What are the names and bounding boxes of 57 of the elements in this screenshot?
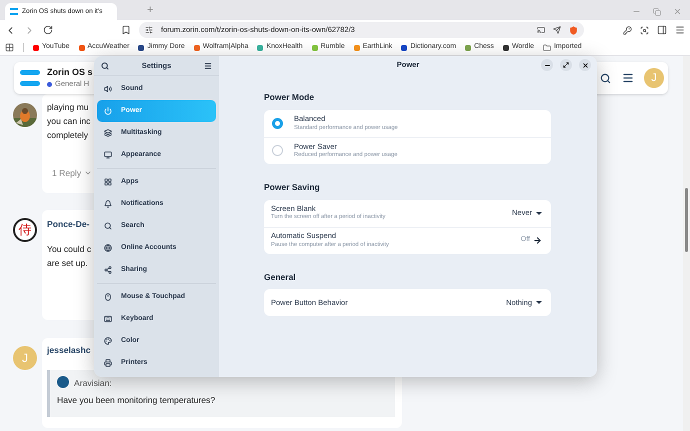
layers-icon (104, 129, 112, 137)
chevron-down-icon (84, 169, 92, 177)
zorin-logo-icon (20, 70, 40, 86)
keyboard-icon (104, 315, 112, 323)
bell-icon (104, 200, 112, 208)
apps-grid-icon[interactable] (5, 43, 14, 52)
quote-text: Have you been monitoring temperatures? (57, 394, 216, 407)
post-text: are set up. (47, 257, 88, 270)
caret-icon (536, 212, 542, 214)
screenshot-icon[interactable] (640, 26, 649, 34)
section-heading: General (264, 270, 296, 284)
power-icon (104, 107, 112, 115)
post-text: you can inc (47, 115, 90, 128)
arrow-right-icon[interactable] (533, 236, 542, 245)
maximize-icon[interactable] (560, 59, 572, 71)
post-author[interactable]: jesselashc (47, 343, 90, 357)
reload-icon[interactable] (43, 25, 53, 35)
search-icon[interactable] (600, 72, 611, 84)
quote-author: Aravisian: (74, 378, 112, 388)
section-heading: Power Saving (264, 180, 320, 194)
user-avatar: J (13, 346, 37, 370)
close-icon[interactable] (579, 59, 591, 71)
user-avatar: 侍 (13, 218, 37, 242)
bookmark-icon[interactable] (121, 25, 131, 35)
share-icon (104, 266, 112, 274)
monitor-icon (104, 151, 112, 159)
caret-icon (536, 301, 542, 304)
replies-button[interactable]: 1 Reply (52, 166, 92, 180)
menu-icon[interactable] (675, 25, 685, 35)
speaker-icon (104, 85, 112, 93)
post-text: completely (47, 129, 88, 142)
section-heading: Power Mode (264, 91, 314, 104)
printer-icon (104, 359, 112, 367)
shield-icon[interactable] (569, 26, 578, 34)
minimize-icon[interactable] (541, 59, 553, 71)
radio-button[interactable] (272, 118, 283, 129)
key-icon[interactable] (623, 26, 632, 34)
menu-icon[interactable] (204, 62, 212, 70)
grid-icon (104, 178, 112, 186)
search-icon (104, 222, 112, 230)
search-icon[interactable] (101, 62, 109, 70)
palette-icon (104, 337, 112, 345)
post-text: playing mu (47, 101, 89, 114)
cast-icon[interactable] (537, 26, 545, 34)
radio-button[interactable] (272, 145, 283, 156)
user-avatar (57, 376, 69, 388)
scrollbar-thumb[interactable] (685, 188, 688, 252)
menu-icon[interactable] (622, 72, 634, 84)
post-author[interactable]: Ponce-De- (47, 217, 90, 231)
zorin-logo-icon (10, 8, 18, 15)
send-icon[interactable] (553, 26, 561, 34)
site-title: Zorin OS s (47, 68, 93, 78)
globe-icon (104, 244, 112, 252)
sidebar-icon[interactable] (657, 25, 667, 35)
site-settings-icon[interactable] (145, 26, 153, 34)
mouse-icon (104, 293, 112, 301)
post-text: You could c (47, 243, 92, 256)
